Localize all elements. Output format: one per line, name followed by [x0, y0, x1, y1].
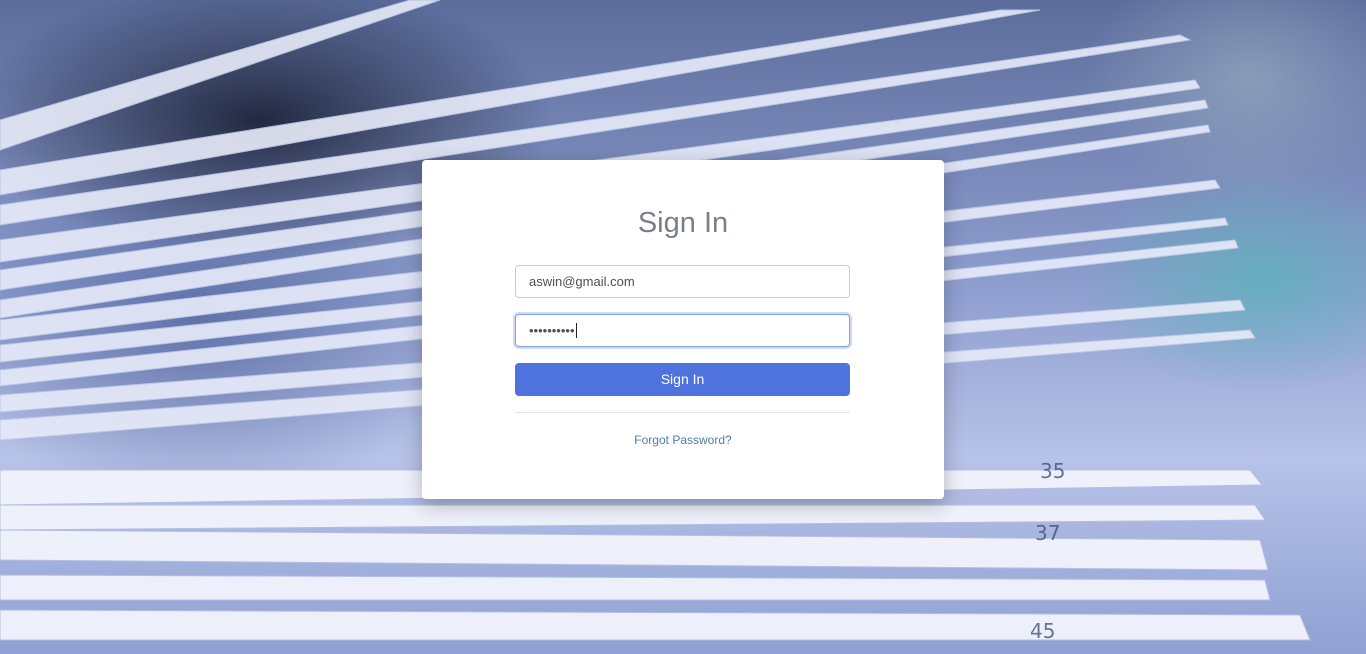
password-field[interactable]: •••••••••• [515, 314, 850, 347]
forgot-password-link[interactable]: Forgot Password? [422, 433, 944, 447]
divider [515, 412, 850, 413]
email-field[interactable]: aswin@gmail.com [515, 265, 850, 298]
email-value: aswin@gmail.com [529, 274, 635, 289]
sign-in-button[interactable]: Sign In [515, 363, 850, 396]
page-number-45: 45 [1030, 619, 1055, 643]
page-number-37: 37 [1035, 521, 1060, 545]
password-masked-value: •••••••••• [529, 323, 575, 338]
login-card: Sign In aswin@gmail.com •••••••••• Sign … [422, 160, 944, 499]
page-title: Sign In [637, 207, 729, 239]
text-cursor [575, 323, 577, 338]
page-number-35: 35 [1040, 459, 1065, 483]
